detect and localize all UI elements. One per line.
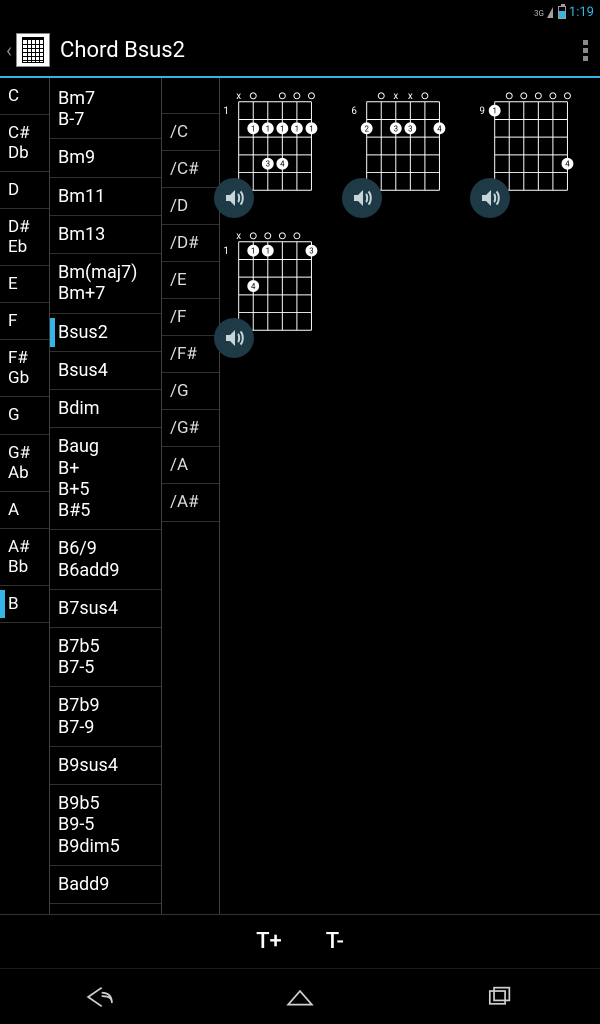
list-item[interactable]: B9b5B9-5B9dim5	[50, 785, 161, 866]
list-item[interactable]: Badd11+	[50, 904, 161, 914]
svg-text:1: 1	[295, 124, 299, 133]
svg-text:1: 1	[280, 124, 284, 133]
list-item[interactable]: C	[0, 78, 49, 115]
list-item[interactable]: G#Ab	[0, 435, 49, 492]
status-bar: 3G 1:19	[0, 0, 600, 24]
chord-diagram[interactable]: 11x1134	[224, 228, 334, 358]
list-item[interactable]: Bsus2	[50, 314, 161, 352]
list-item[interactable]: /D	[162, 188, 219, 225]
svg-text:1: 1	[251, 247, 255, 256]
svg-text:1: 1	[266, 124, 270, 133]
svg-text:1: 1	[492, 107, 496, 116]
list-item[interactable]: B	[0, 586, 49, 623]
list-item[interactable]: Bm9	[50, 139, 161, 177]
app-icon[interactable]	[16, 33, 50, 67]
svg-text:3: 3	[309, 247, 313, 256]
battery-icon	[558, 6, 566, 19]
chord-diagram-area: 1x1111134 6xx2334 914 11x1134	[220, 78, 600, 914]
play-sound-icon[interactable]	[470, 178, 510, 218]
play-sound-icon[interactable]	[214, 178, 254, 218]
system-nav-bar	[0, 968, 600, 1024]
svg-text:x: x	[236, 91, 241, 102]
overflow-menu-icon[interactable]	[583, 40, 588, 61]
svg-text:4: 4	[437, 124, 442, 133]
list-item[interactable]: Bm7B-7	[50, 80, 161, 139]
list-item[interactable]: /G#	[162, 410, 219, 447]
list-item[interactable]: B7b5B7-5	[50, 628, 161, 687]
list-item[interactable]: Bsus4	[50, 352, 161, 390]
back-caret-icon[interactable]: ‹	[6, 38, 16, 62]
svg-text:4: 4	[280, 160, 285, 169]
bass-note-list[interactable]: /C/C#/D/D#/E/F/F#/G/G#/A/A#	[162, 78, 220, 914]
list-item[interactable]: /F#	[162, 336, 219, 373]
transpose-up-button[interactable]: T+	[256, 929, 282, 954]
list-item[interactable]: B7b9B7-9	[50, 687, 161, 746]
chord-diagram[interactable]: 6 xx 2 3 3 4	[352, 88, 462, 218]
list-item[interactable]: D	[0, 172, 49, 209]
list-item[interactable]: A#Bb	[0, 529, 49, 586]
svg-text:6: 6	[352, 106, 357, 117]
nav-home-icon[interactable]	[283, 982, 317, 1012]
list-item[interactable]: /A#	[162, 484, 219, 521]
svg-text:x: x	[408, 91, 413, 102]
signal-icon	[547, 7, 553, 18]
svg-text:1: 1	[251, 124, 255, 133]
svg-text:9: 9	[480, 106, 485, 117]
list-item[interactable]: G	[0, 397, 49, 434]
list-item[interactable]: /C	[162, 114, 219, 151]
list-item[interactable]: F	[0, 303, 49, 340]
action-bar: ‹ Chord Bsus2	[0, 24, 600, 78]
list-item[interactable]: E	[0, 266, 49, 303]
list-item[interactable]: B6/9B6add9	[50, 530, 161, 589]
transpose-down-button[interactable]: T-	[326, 929, 344, 954]
chord-diagram[interactable]: 1x1111134	[224, 88, 334, 218]
list-item[interactable]: /G	[162, 373, 219, 410]
nav-recent-icon[interactable]	[483, 982, 517, 1012]
root-note-list[interactable]: CC#DbDD#EbEFF#GbGG#AbAA#BbB	[0, 78, 50, 914]
list-item[interactable]: Badd9	[50, 866, 161, 904]
svg-text:x: x	[236, 231, 241, 242]
list-item[interactable]: /C#	[162, 151, 219, 188]
list-item[interactable]: /D#	[162, 225, 219, 262]
list-item[interactable]: /A	[162, 447, 219, 484]
svg-text:4: 4	[565, 160, 570, 169]
transpose-toolbar: T+ T-	[0, 914, 600, 968]
list-item[interactable]: /F	[162, 299, 219, 336]
list-item[interactable]: Bm11	[50, 178, 161, 216]
chord-diagram[interactable]: 91 4	[480, 88, 590, 218]
list-item[interactable]: A	[0, 492, 49, 529]
list-item[interactable]: /E	[162, 262, 219, 299]
list-item[interactable]: Bm13	[50, 216, 161, 254]
list-item[interactable]: C#Db	[0, 115, 49, 172]
svg-text:3: 3	[408, 124, 412, 133]
page-title: Chord Bsus2	[60, 38, 185, 63]
svg-text:3: 3	[394, 124, 398, 133]
list-item[interactable]: BaugB+B+5B#5	[50, 428, 161, 530]
list-item[interactable]: Bdim	[50, 390, 161, 428]
svg-text:x: x	[393, 91, 398, 102]
list-item[interactable]: B9sus4	[50, 747, 161, 785]
list-item[interactable]: F#Gb	[0, 340, 49, 397]
svg-text:11: 11	[224, 246, 229, 257]
svg-text:1: 1	[309, 124, 313, 133]
chord-type-list[interactable]: Bm7B-7Bm9Bm11Bm13Bm(maj7)Bm+7Bsus2Bsus4B…	[50, 78, 162, 914]
list-item[interactable]: D#Eb	[0, 209, 49, 266]
svg-text:3: 3	[266, 160, 270, 169]
svg-text:2: 2	[364, 124, 369, 133]
list-item[interactable]: B7sus4	[50, 590, 161, 628]
svg-text:4: 4	[251, 282, 256, 291]
network-label: 3G	[534, 9, 544, 18]
clock: 1:19	[569, 5, 594, 20]
play-sound-icon[interactable]	[342, 178, 382, 218]
list-item[interactable]: Bm(maj7)Bm+7	[50, 254, 161, 313]
nav-back-icon[interactable]	[83, 982, 117, 1012]
svg-text:1: 1	[266, 247, 270, 256]
svg-text:1: 1	[224, 106, 229, 117]
play-sound-icon[interactable]	[214, 318, 254, 358]
